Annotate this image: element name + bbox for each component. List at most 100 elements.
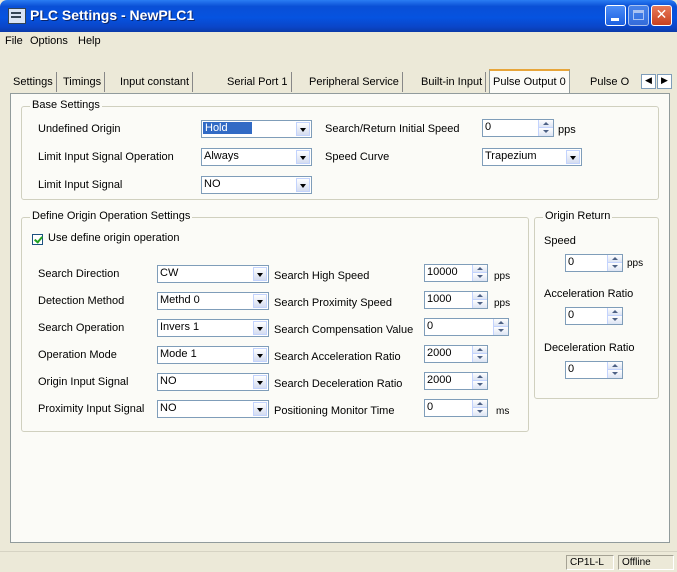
spin-down-icon[interactable] xyxy=(473,300,487,308)
speed-curve-select[interactable]: Trapezium xyxy=(482,148,582,166)
limit-input-signal-operation-select[interactable]: Always xyxy=(201,148,312,166)
use-define-origin-label: Use define origin operation xyxy=(48,232,180,244)
search-acceleration-ratio-spin[interactable]: 2000 xyxy=(424,345,488,363)
tab-serial-port-1[interactable]: Serial Port 1 xyxy=(224,72,292,92)
undefined-origin-select[interactable]: Hold xyxy=(201,120,312,138)
chevron-down-icon[interactable] xyxy=(566,150,580,164)
tab-input-constant[interactable]: Input constant xyxy=(117,72,194,92)
chevron-down-icon[interactable] xyxy=(253,402,267,416)
spin-up-icon[interactable] xyxy=(608,308,622,316)
minimize-icon xyxy=(611,18,619,21)
use-define-origin-checkbox[interactable] xyxy=(32,234,43,245)
search-return-initial-speed-spin[interactable]: 0 xyxy=(482,119,554,137)
pps-unit: pps xyxy=(558,124,576,136)
spin-up-icon[interactable] xyxy=(473,373,487,381)
maximize-icon xyxy=(633,10,644,20)
spin-up-icon[interactable] xyxy=(608,255,622,263)
tab-pulse-output-0[interactable]: Pulse Output 0 xyxy=(489,69,570,93)
close-icon: ✕ xyxy=(655,7,668,23)
tab-built-in-input[interactable]: Built-in Input xyxy=(418,72,487,92)
proximity-input-signal-select[interactable]: NO xyxy=(157,400,269,418)
tab-settings[interactable]: Settings xyxy=(10,72,57,92)
tab-scroll-left-icon[interactable]: ◀ xyxy=(641,74,656,89)
origin-input-signal-select[interactable]: NO xyxy=(157,373,269,391)
tab-peripheral-service[interactable]: Peripheral Service xyxy=(306,72,403,92)
spin-up-icon[interactable] xyxy=(473,400,487,408)
menu-file[interactable]: File xyxy=(5,35,23,47)
search-return-initial-speed-label: Search/Return Initial Speed xyxy=(325,123,460,135)
menu-options[interactable]: Options xyxy=(30,35,68,47)
search-high-speed-label: Search High Speed xyxy=(274,270,370,282)
title-bar[interactable]: PLC Settings - NewPLC1 ✕ xyxy=(0,0,677,32)
chevron-down-icon[interactable] xyxy=(296,150,310,164)
spin-down-icon[interactable] xyxy=(539,128,553,136)
search-direction-select[interactable]: CW xyxy=(157,265,269,283)
chevron-down-icon[interactable] xyxy=(253,375,267,389)
pps-unit: pps xyxy=(627,258,644,269)
origin-return-group: Origin Return Speed 0 pps Acceleration R… xyxy=(534,210,659,399)
spin-down-icon[interactable] xyxy=(608,263,622,271)
limit-input-signal-label: Limit Input Signal xyxy=(38,179,123,191)
spin-down-icon[interactable] xyxy=(473,381,487,389)
spin-up-icon[interactable] xyxy=(494,319,508,327)
origin-return-title: Origin Return xyxy=(543,210,613,222)
spin-down-icon[interactable] xyxy=(473,273,487,281)
undefined-origin-label: Undefined Origin xyxy=(38,123,121,135)
spin-up-icon[interactable] xyxy=(473,265,487,273)
search-high-speed-spin[interactable]: 10000 xyxy=(424,264,488,282)
tab-scroll-right-icon[interactable]: ▶ xyxy=(657,74,672,89)
window-title: PLC Settings - NewPLC1 xyxy=(30,7,195,23)
origin-return-deceleration-ratio-spin[interactable]: 0 xyxy=(565,361,623,379)
spin-down-icon[interactable] xyxy=(494,327,508,335)
status-connection: Offline xyxy=(618,555,674,570)
spin-up-icon[interactable] xyxy=(473,292,487,300)
search-compensation-value-spin[interactable]: 0 xyxy=(424,318,509,336)
operation-mode-select[interactable]: Mode 1 xyxy=(157,346,269,364)
search-operation-label: Search Operation xyxy=(38,322,125,334)
speed-curve-label: Speed Curve xyxy=(325,151,390,163)
tab-page-pulse-output-0: Base Settings Undefined Origin Hold Limi… xyxy=(10,93,670,543)
origin-return-speed-spin[interactable]: 0 xyxy=(565,254,623,272)
tab-timings[interactable]: Timings xyxy=(60,72,106,92)
tab-pulse-output-1[interactable]: Pulse O xyxy=(587,72,632,92)
chevron-down-icon[interactable] xyxy=(253,348,267,362)
chevron-down-icon[interactable] xyxy=(296,178,310,192)
chevron-down-icon[interactable] xyxy=(253,321,267,335)
search-deceleration-ratio-spin[interactable]: 2000 xyxy=(424,372,488,390)
search-proximity-speed-label: Search Proximity Speed xyxy=(274,297,392,309)
search-acceleration-ratio-label: Search Acceleration Ratio xyxy=(274,351,401,363)
search-proximity-speed-spin[interactable]: 1000 xyxy=(424,291,488,309)
status-bar: CP1L-L Offline xyxy=(0,551,677,572)
close-button[interactable]: ✕ xyxy=(651,5,672,26)
plc-settings-window: PLC Settings - NewPLC1 ✕ File Options He… xyxy=(0,0,677,572)
spin-up-icon[interactable] xyxy=(539,120,553,128)
spin-down-icon[interactable] xyxy=(608,316,622,324)
spin-down-icon[interactable] xyxy=(473,354,487,362)
pps-unit: pps xyxy=(494,298,511,309)
chevron-down-icon[interactable] xyxy=(253,267,267,281)
spin-down-icon[interactable] xyxy=(608,370,622,378)
maximize-button[interactable] xyxy=(628,5,649,26)
search-compensation-value-label: Search Compensation Value xyxy=(274,324,414,336)
origin-return-speed-label: Speed xyxy=(544,235,576,247)
chevron-down-icon[interactable] xyxy=(253,294,267,308)
origin-return-acceleration-ratio-label: Acceleration Ratio xyxy=(544,288,634,300)
menu-help[interactable]: Help xyxy=(78,35,101,47)
menu-bar: File Options Help xyxy=(0,32,677,50)
search-operation-select[interactable]: Invers 1 xyxy=(157,319,269,337)
spin-up-icon[interactable] xyxy=(608,362,622,370)
origin-return-acceleration-ratio-spin[interactable]: 0 xyxy=(565,307,623,325)
base-settings-group: Base Settings Undefined Origin Hold Limi… xyxy=(21,99,659,200)
limit-input-signal-operation-label: Limit Input Signal Operation xyxy=(38,151,174,163)
limit-input-signal-select[interactable]: NO xyxy=(201,176,312,194)
spin-up-icon[interactable] xyxy=(473,346,487,354)
proximity-input-signal-label: Proximity Input Signal xyxy=(38,403,145,415)
spin-down-icon[interactable] xyxy=(473,408,487,416)
search-direction-label: Search Direction xyxy=(38,268,120,280)
positioning-monitor-time-label: Positioning Monitor Time xyxy=(274,405,395,417)
status-model: CP1L-L xyxy=(566,555,614,570)
positioning-monitor-time-spin[interactable]: 0 xyxy=(424,399,488,417)
chevron-down-icon[interactable] xyxy=(296,122,310,136)
detection-method-select[interactable]: Methd 0 xyxy=(157,292,269,310)
minimize-button[interactable] xyxy=(605,5,626,26)
